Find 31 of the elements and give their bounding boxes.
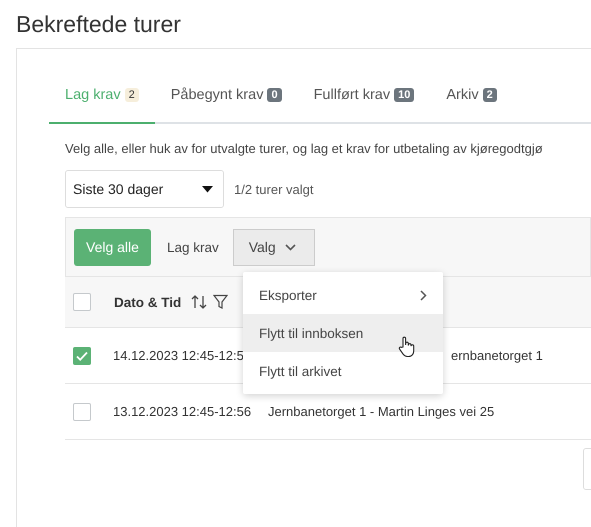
tab[interactable]: Påbegynt krav 0 — [154, 67, 298, 124]
count-badge: 10 — [394, 88, 414, 102]
create-claim-button[interactable]: Lag krav — [166, 240, 219, 254]
count-badge: 0 — [267, 88, 282, 102]
period-dropdown[interactable]: Siste 30 dager — [65, 170, 224, 208]
count-badge: 2 — [482, 88, 497, 102]
table-cell: Jernbanetorget 1 - Martin Linges vei 25 — [268, 404, 494, 419]
selection-count: 1/2 turer valgt — [234, 182, 314, 196]
tab[interactable]: Arkiv 2 — [430, 67, 513, 124]
chevron-icon — [420, 290, 427, 300]
tab[interactable]: Fullført krav 10 — [298, 67, 430, 124]
tab[interactable]: Lag krav 2 — [49, 67, 155, 124]
checkbox[interactable] — [73, 293, 91, 311]
page-title: Bekreftede turer — [16, 10, 182, 38]
menu-item[interactable]: Flytt til arkivet — [243, 352, 443, 390]
checkbox[interactable] — [73, 346, 91, 364]
filter-icon[interactable] — [213, 294, 228, 310]
caret-icon — [202, 186, 213, 192]
table-cell: ernbanetorget 1 — [451, 348, 543, 363]
table-cell-text: 13.12.2023 12:45-12:56 — [113, 404, 252, 419]
chevron-icon — [284, 244, 296, 250]
instruction-text: Velg alle, eller huk av for utvalgte turer, og lag et krav for utbetaling av kjøregodtgjø — [65, 141, 544, 156]
sort-icon[interactable] — [191, 294, 208, 310]
checkbox[interactable] — [73, 402, 91, 420]
count-badge: 2 — [124, 88, 139, 102]
column-header: Dato & Tid — [114, 294, 182, 310]
hand-cursor-icon — [398, 336, 416, 358]
options-button[interactable]: Valg — [232, 228, 315, 266]
table-cell-text: 14.12.2023 12:45-12:5 — [113, 348, 245, 363]
menu-item[interactable]: Flytt til innboksen — [243, 314, 443, 352]
menu-item[interactable]: Eksporter — [243, 276, 443, 314]
